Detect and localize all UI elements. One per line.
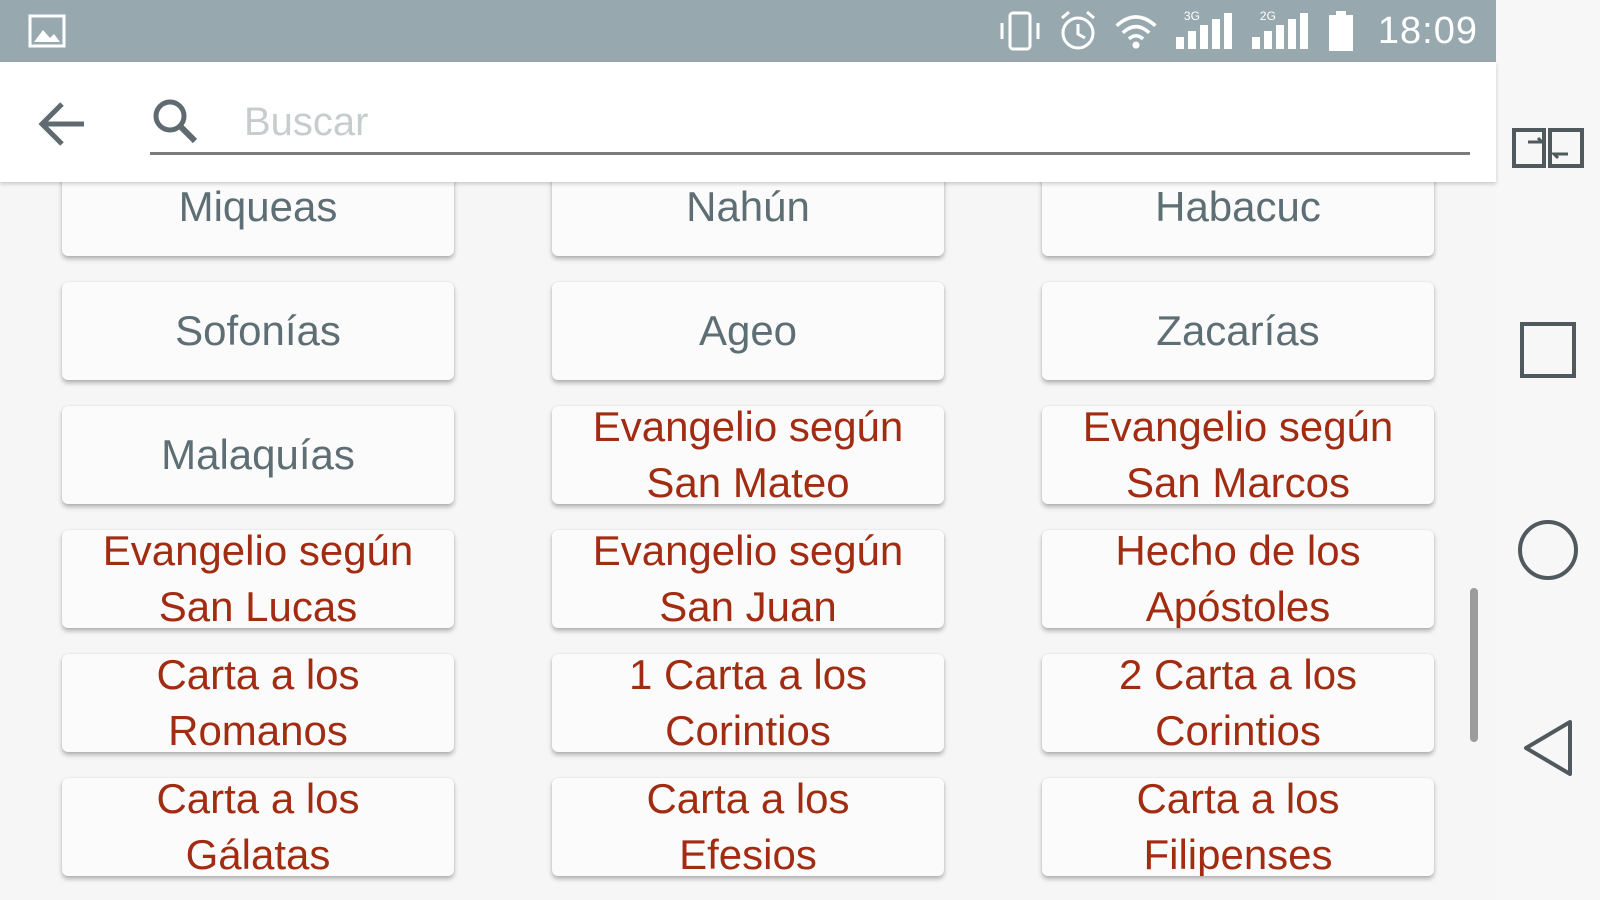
book-label: Evangelio según San Marcos [1077,406,1400,504]
scrollbar[interactable] [1470,588,1478,742]
book-label: Malaquías [155,427,361,483]
book-label-line: Carta a los [156,654,360,698]
status-bar: 3G 2G 18:09 [0,0,1496,62]
book-button[interactable]: Carta a los Gálatas [62,778,454,876]
book-label-line: Romanos [168,707,348,752]
book-label: 1 Carta a los Corintios [623,654,873,752]
back-nav-button[interactable] [1510,710,1586,786]
book-button[interactable]: Sofonías [62,282,454,380]
book-label: Carta a los Efesios [640,778,855,876]
search-icon [153,99,198,144]
book-label-line: Habacuc [1155,183,1321,230]
book-label-line: Sofonías [175,307,341,354]
book-label: Evangelio según San Juan [587,530,910,628]
book-button[interactable]: Carta a los Efesios [552,778,944,876]
book-grid: Miqueas Nahún Habacuc Sofonías Ageo Zacarías M… [0,182,1496,900]
book-button[interactable]: Carta a los Filipenses [1042,778,1434,876]
wifi-icon [1114,9,1158,53]
recents-button[interactable] [1510,312,1586,388]
search-toolbar [0,62,1496,182]
book-label-line: Zacarías [1156,307,1320,354]
book-label-line: Carta a los [156,778,360,822]
book-label: Carta a los Romanos [150,654,365,752]
book-label-line: Miqueas [178,183,338,230]
signal-icon: 2G [1248,9,1310,53]
book-label-line: Hecho de los [1115,530,1361,574]
recents-icon [1520,322,1576,378]
arrow-left-icon [38,102,84,146]
home-icon [1518,520,1578,580]
book-label-line: Evangelio según [1082,406,1394,450]
back-icon [1524,720,1572,776]
book-label: Hecho de los Apóstoles [1109,530,1366,628]
book-label-line: Nahún [686,183,810,230]
book-label-line: Evangelio según [592,406,904,450]
book-label: Carta a los Gálatas [150,778,365,876]
book-label-line: Ageo [698,307,798,354]
book-button[interactable]: Zacarías [1042,282,1434,380]
book-label: Evangelio según San Mateo [587,406,910,504]
vibrate-icon [998,9,1042,53]
book-button[interactable]: Evangelio según San Marcos [1042,406,1434,504]
swap-screen-icon [1512,128,1584,168]
search-field[interactable] [150,92,1470,155]
book-label-line: Corintios [665,707,831,752]
book-label: Ageo [693,303,803,359]
book-button[interactable]: Carta a los Romanos [62,654,454,752]
book-label: Sofonías [169,303,347,359]
book-label-line: Gálatas [185,831,331,876]
book-label-line: Evangelio según [102,530,414,574]
book-label-line: Malaquías [161,431,355,478]
book-label: Miqueas [173,182,344,235]
back-button[interactable] [30,92,94,156]
book-button[interactable]: 1 Carta a los Corintios [552,654,944,752]
book-button[interactable]: Malaquías [62,406,454,504]
book-label: Carta a los Filipenses [1130,778,1345,876]
gallery-notification-icon [28,14,66,48]
clock: 18:09 [1377,9,1478,52]
search-input[interactable] [242,94,1446,150]
book-button[interactable]: 2 Carta a los Corintios [1042,654,1434,752]
book-button[interactable]: Miqueas [62,182,454,256]
navigation-bar [1496,0,1600,900]
book-label: Habacuc [1149,182,1327,235]
book-label: Evangelio según San Lucas [97,530,420,628]
book-button[interactable]: Evangelio según San Juan [552,530,944,628]
swap-screen-button[interactable] [1510,112,1586,188]
book-label-line: Carta a los [646,778,850,822]
book-label-line: Carta a los [1136,778,1340,822]
book-button[interactable]: Habacuc [1042,182,1434,256]
book-label-line: Evangelio según [592,530,904,574]
book-button[interactable]: Evangelio según San Mateo [552,406,944,504]
home-button[interactable] [1510,512,1586,588]
book-button[interactable]: Evangelio según San Lucas [62,530,454,628]
book-label-line: 1 Carta a los [628,654,868,698]
book-button[interactable]: Ageo [552,282,944,380]
book-label-line: 2 Carta a los [1118,654,1358,698]
book-label: Nahún [680,182,816,235]
book-label-line: San Marcos [1125,459,1351,504]
book-button[interactable]: Nahún [552,182,944,256]
book-label-line: Apóstoles [1145,583,1331,628]
book-label-line: San Lucas [158,583,358,628]
book-label-line: Corintios [1155,707,1321,752]
book-button[interactable]: Hecho de los Apóstoles [1042,530,1434,628]
network-type-label: 3G [1183,9,1200,23]
book-label-line: San Mateo [646,459,850,504]
book-label: Zacarías [1150,303,1325,359]
signal-icon: 3G [1172,9,1234,53]
book-label-line: Efesios [679,831,817,876]
network-type-label: 2G [1259,9,1276,23]
book-label-line: Filipenses [1143,831,1333,876]
battery-icon [1324,9,1358,53]
book-label-line: San Juan [659,583,837,628]
alarm-icon [1056,9,1100,53]
book-label: 2 Carta a los Corintios [1113,654,1363,752]
